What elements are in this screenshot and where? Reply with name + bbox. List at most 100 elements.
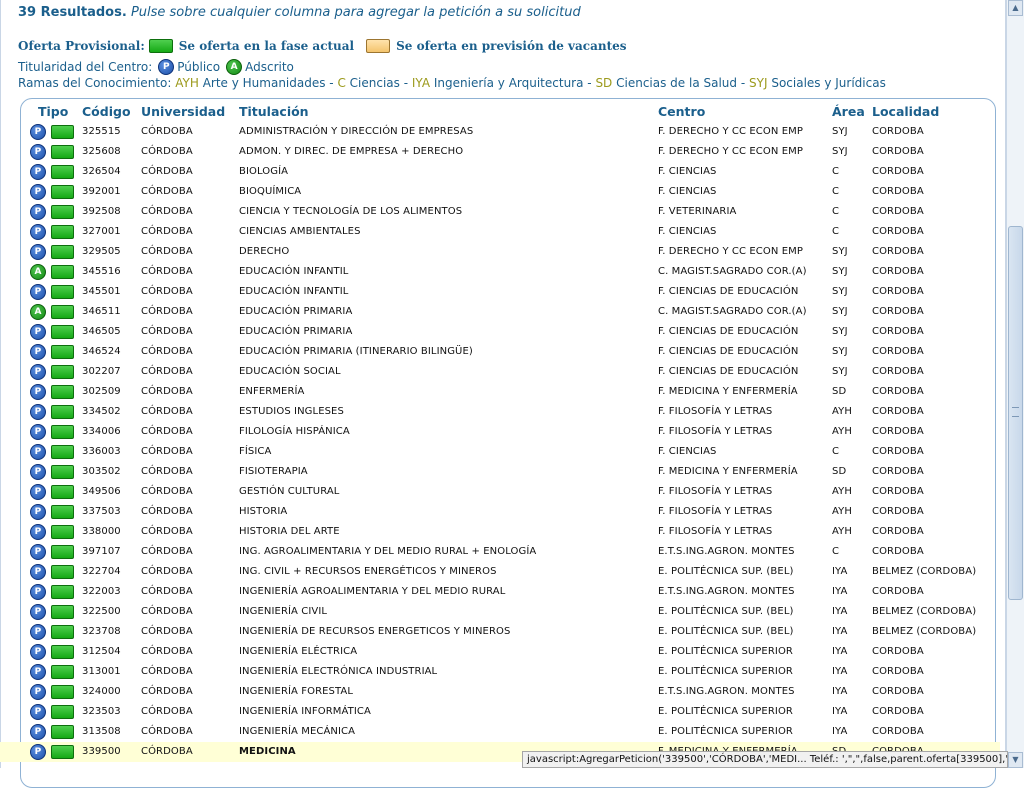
table-row[interactable]: P 323503 CÓRDOBA INGENIERÍA INFORMÁTICA E. P… (0, 702, 1000, 722)
cell-titulacion[interactable]: ING. AGROALIMENTARIA Y DEL MEDIO RURAL +… (239, 546, 536, 557)
publico-badge-icon[interactable]: P (30, 624, 46, 640)
table-row[interactable]: P 336003 CÓRDOBA FÍSICA F. CIENCIAS C CORDOBA (0, 442, 1000, 462)
cell-area[interactable]: SYJ (832, 326, 848, 337)
green-offer-chip-icon[interactable] (51, 645, 74, 659)
green-offer-chip-icon[interactable] (51, 685, 74, 699)
green-offer-chip-icon[interactable] (51, 485, 74, 499)
publico-badge-icon[interactable]: P (30, 664, 46, 680)
cell-centro[interactable]: E. POLITÉCNICA SUPERIOR (658, 646, 793, 657)
cell-area[interactable]: C (832, 166, 839, 177)
cell-codigo[interactable]: 326504 (82, 166, 121, 177)
green-offer-chip-icon[interactable] (51, 325, 74, 339)
cell-codigo[interactable]: 346524 (82, 346, 121, 357)
cell-centro[interactable]: F. FILOSOFÍA Y LETRAS (658, 506, 772, 517)
cell-area[interactable]: IYA (832, 626, 847, 637)
cell-localidad[interactable]: CORDOBA (872, 246, 924, 257)
table-row[interactable]: P 334502 CÓRDOBA ESTUDIOS INGLESES F. FILOSO… (0, 402, 1000, 422)
cell-area[interactable]: AYH (832, 406, 852, 417)
cell-universidad[interactable]: CÓRDOBA (141, 586, 193, 597)
cell-centro[interactable]: F. MEDICINA Y ENFERMERÍA (658, 386, 798, 397)
cell-codigo[interactable]: 323708 (82, 626, 121, 637)
cell-titulacion[interactable]: FISIOTERAPIA (239, 466, 308, 477)
publico-badge-icon[interactable]: P (30, 524, 46, 540)
cell-centro[interactable]: F. CIENCIAS (658, 446, 716, 457)
cell-universidad[interactable]: CÓRDOBA (141, 546, 193, 557)
col-localidad[interactable]: Localidad (872, 104, 939, 119)
cell-area[interactable]: IYA (832, 566, 847, 577)
cell-universidad[interactable]: CÓRDOBA (141, 406, 193, 417)
publico-badge-icon[interactable]: P (30, 604, 46, 620)
cell-universidad[interactable]: CÓRDOBA (141, 286, 193, 297)
table-row[interactable]: P 302207 CÓRDOBA EDUCACIÓN SOCIAL F. CIENCIA… (0, 362, 1000, 382)
cell-localidad[interactable]: CORDOBA (872, 646, 924, 657)
table-row[interactable]: P 346524 CÓRDOBA EDUCACIÓN PRIMARIA (ITINER… (0, 342, 1000, 362)
cell-area[interactable]: SYJ (832, 366, 848, 377)
table-row[interactable]: P 312504 CÓRDOBA INGENIERÍA ELÉCTRICA E. POL… (0, 642, 1000, 662)
cell-universidad[interactable]: CÓRDOBA (141, 346, 193, 357)
cell-titulacion[interactable]: EDUCACIÓN PRIMARIA (239, 306, 352, 317)
publico-badge-icon[interactable]: P (30, 744, 46, 760)
cell-universidad[interactable]: CÓRDOBA (141, 306, 193, 317)
cell-localidad[interactable]: CORDOBA (872, 366, 924, 377)
cell-codigo[interactable]: 302207 (82, 366, 121, 377)
cell-area[interactable]: IYA (832, 706, 847, 717)
green-offer-chip-icon[interactable] (51, 665, 74, 679)
green-offer-chip-icon[interactable] (51, 505, 74, 519)
cell-titulacion[interactable]: CIENCIAS AMBIENTALES (239, 226, 361, 237)
green-offer-chip-icon[interactable] (51, 265, 74, 279)
cell-titulacion[interactable]: INGENIERÍA CIVIL (239, 606, 327, 617)
cell-localidad[interactable]: CORDOBA (872, 346, 924, 357)
table-row[interactable]: P 392001 CÓRDOBA BIOQUÍMICA F. CIENCIAS C CORD… (0, 182, 1000, 202)
cell-area[interactable]: IYA (832, 686, 847, 697)
cell-titulacion[interactable]: INGENIERÍA MECÁNICA (239, 726, 355, 737)
table-row[interactable]: P 325608 CÓRDOBA ADMON. Y DIREC. DE EMPRESA… (0, 142, 1000, 162)
cell-localidad[interactable]: CORDOBA (872, 586, 924, 597)
cell-area[interactable]: IYA (832, 606, 847, 617)
publico-badge-icon[interactable]: P (30, 244, 46, 260)
scroll-down-arrow-icon[interactable]: ▼ (1008, 752, 1023, 768)
publico-badge-icon[interactable]: P (30, 684, 46, 700)
cell-area[interactable]: IYA (832, 586, 847, 597)
cell-localidad[interactable]: CORDOBA (872, 706, 924, 717)
cell-localidad[interactable]: CORDOBA (872, 486, 924, 497)
cell-universidad[interactable]: CÓRDOBA (141, 366, 193, 377)
green-offer-chip-icon[interactable] (51, 385, 74, 399)
publico-badge-icon[interactable]: P (30, 544, 46, 560)
cell-area[interactable]: C (832, 546, 839, 557)
green-offer-chip-icon[interactable] (51, 145, 74, 159)
table-row[interactable]: P 334006 CÓRDOBA FILOLOGÍA HISPÁNICA F. FILO… (0, 422, 1000, 442)
table-row[interactable]: P 313001 CÓRDOBA INGENIERÍA ELECTRÓNICA IND… (0, 662, 1000, 682)
publico-badge-icon[interactable]: P (30, 504, 46, 520)
cell-codigo[interactable]: 349506 (82, 486, 121, 497)
publico-badge-icon[interactable]: P (30, 284, 46, 300)
green-offer-chip-icon[interactable] (51, 285, 74, 299)
green-offer-chip-icon[interactable] (51, 545, 74, 559)
cell-localidad[interactable]: CORDOBA (872, 266, 924, 277)
cell-codigo[interactable]: 339500 (82, 746, 121, 757)
cell-titulacion[interactable]: INGENIERÍA INFORMÁTICA (239, 706, 371, 717)
cell-centro[interactable]: F. CIENCIAS (658, 166, 716, 177)
cell-codigo[interactable]: 322704 (82, 566, 121, 577)
table-row[interactable]: P 302509 CÓRDOBA ENFERMERÍA F. MEDICINA Y EN… (0, 382, 1000, 402)
cell-codigo[interactable]: 322500 (82, 606, 121, 617)
cell-universidad[interactable]: CÓRDOBA (141, 466, 193, 477)
green-offer-chip-icon[interactable] (51, 705, 74, 719)
cell-universidad[interactable]: CÓRDOBA (141, 526, 193, 537)
table-row[interactable]: P 323708 CÓRDOBA INGENIERÍA DE RECURSOS ENE… (0, 622, 1000, 642)
table-row[interactable]: P 303502 CÓRDOBA FISIOTERAPIA F. MEDICINA Y … (0, 462, 1000, 482)
publico-badge-icon[interactable]: P (30, 644, 46, 660)
cell-titulacion[interactable]: EDUCACIÓN PRIMARIA (ITINERARIO BILINGÜE) (239, 346, 473, 357)
publico-badge-icon[interactable]: P (30, 164, 46, 180)
publico-badge-icon[interactable]: P (30, 124, 46, 140)
cell-universidad[interactable]: CÓRDOBA (141, 146, 193, 157)
cell-codigo[interactable]: 345516 (82, 266, 121, 277)
cell-titulacion[interactable]: HISTORIA (239, 506, 287, 517)
cell-centro[interactable]: F. FILOSOFÍA Y LETRAS (658, 526, 772, 537)
cell-centro[interactable]: E. POLITÉCNICA SUPERIOR (658, 666, 793, 677)
cell-codigo[interactable]: 334502 (82, 406, 121, 417)
table-row[interactable]: P 329505 CÓRDOBA DERECHO F. DERECHO Y CC ECO… (0, 242, 1000, 262)
cell-centro[interactable]: E. POLITÉCNICA SUP. (BEL) (658, 606, 794, 617)
green-offer-chip-icon[interactable] (51, 465, 74, 479)
col-universidad[interactable]: Universidad (141, 104, 225, 119)
cell-universidad[interactable]: CÓRDOBA (141, 686, 193, 697)
